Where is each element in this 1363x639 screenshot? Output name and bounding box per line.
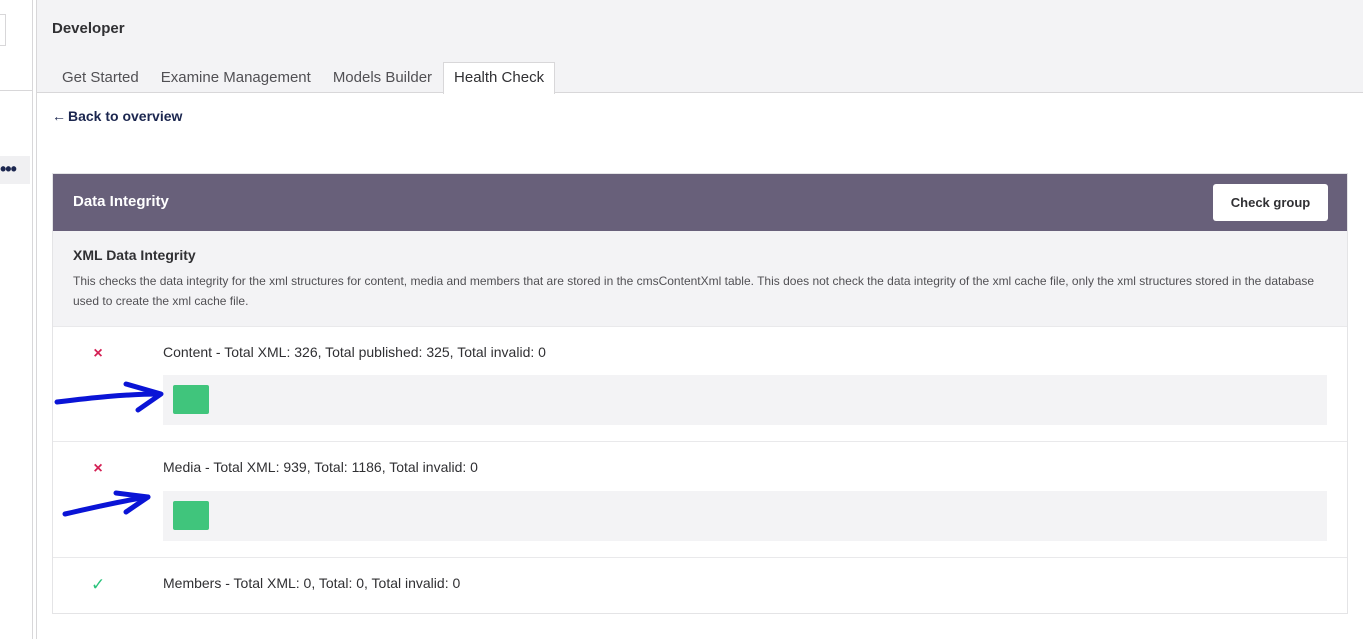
result-row-media: × Media - Total XML: 939, Total: 1186, T… (53, 442, 1347, 558)
success-check-icon: ✓ (91, 575, 106, 594)
fix-action-button[interactable] (173, 501, 209, 530)
fix-action-button[interactable] (173, 385, 209, 414)
tree-item-selected[interactable]: ••• (0, 156, 30, 184)
search-input-stub[interactable] (0, 14, 6, 46)
more-options-icon[interactable]: ••• (0, 160, 17, 178)
tab-examine-management[interactable]: Examine Management (150, 62, 322, 93)
result-action-area (163, 491, 1327, 541)
check-description: This checks the data integrity for the x… (73, 274, 1315, 308)
result-text: Media - Total XML: 939, Total: 1186, Tot… (163, 459, 478, 475)
group-title: Data Integrity (73, 193, 169, 210)
health-check-group: Data Integrity Check group XML Data Inte… (52, 173, 1348, 614)
left-tree-pane: ••• (0, 0, 33, 639)
tab-bar: Get Started Examine Management Models Bu… (51, 62, 556, 94)
page-title: Developer (52, 20, 125, 37)
tab-models-builder[interactable]: Models Builder (322, 62, 443, 93)
result-row-content: × Content - Total XML: 326, Total publis… (53, 327, 1347, 442)
back-link-label: Back to overview (68, 108, 183, 124)
check-name: XML Data Integrity (73, 247, 196, 263)
error-icon: × (93, 460, 103, 477)
result-action-area (163, 375, 1327, 425)
result-text: Members - Total XML: 0, Total: 0, Total … (163, 575, 461, 591)
divider (0, 90, 32, 91)
back-to-overview-link[interactable]: ← Back to overview (52, 108, 182, 124)
tab-get-started[interactable]: Get Started (51, 62, 150, 93)
check-group-button[interactable]: Check group (1213, 184, 1328, 221)
result-row-members: ✓ Members - Total XML: 0, Total: 0, Tota… (53, 558, 1347, 614)
result-text: Content - Total XML: 326, Total publishe… (163, 344, 546, 360)
arrow-left-icon: ← (52, 108, 66, 124)
error-icon: × (93, 345, 103, 362)
tab-health-check[interactable]: Health Check (443, 62, 556, 94)
group-header: Data Integrity Check group (53, 174, 1347, 231)
editor-header: Developer Get Started Examine Management… (37, 0, 1363, 94)
pane-resizer[interactable] (36, 0, 37, 639)
check-info: XML Data Integrity This checks the data … (53, 231, 1347, 327)
